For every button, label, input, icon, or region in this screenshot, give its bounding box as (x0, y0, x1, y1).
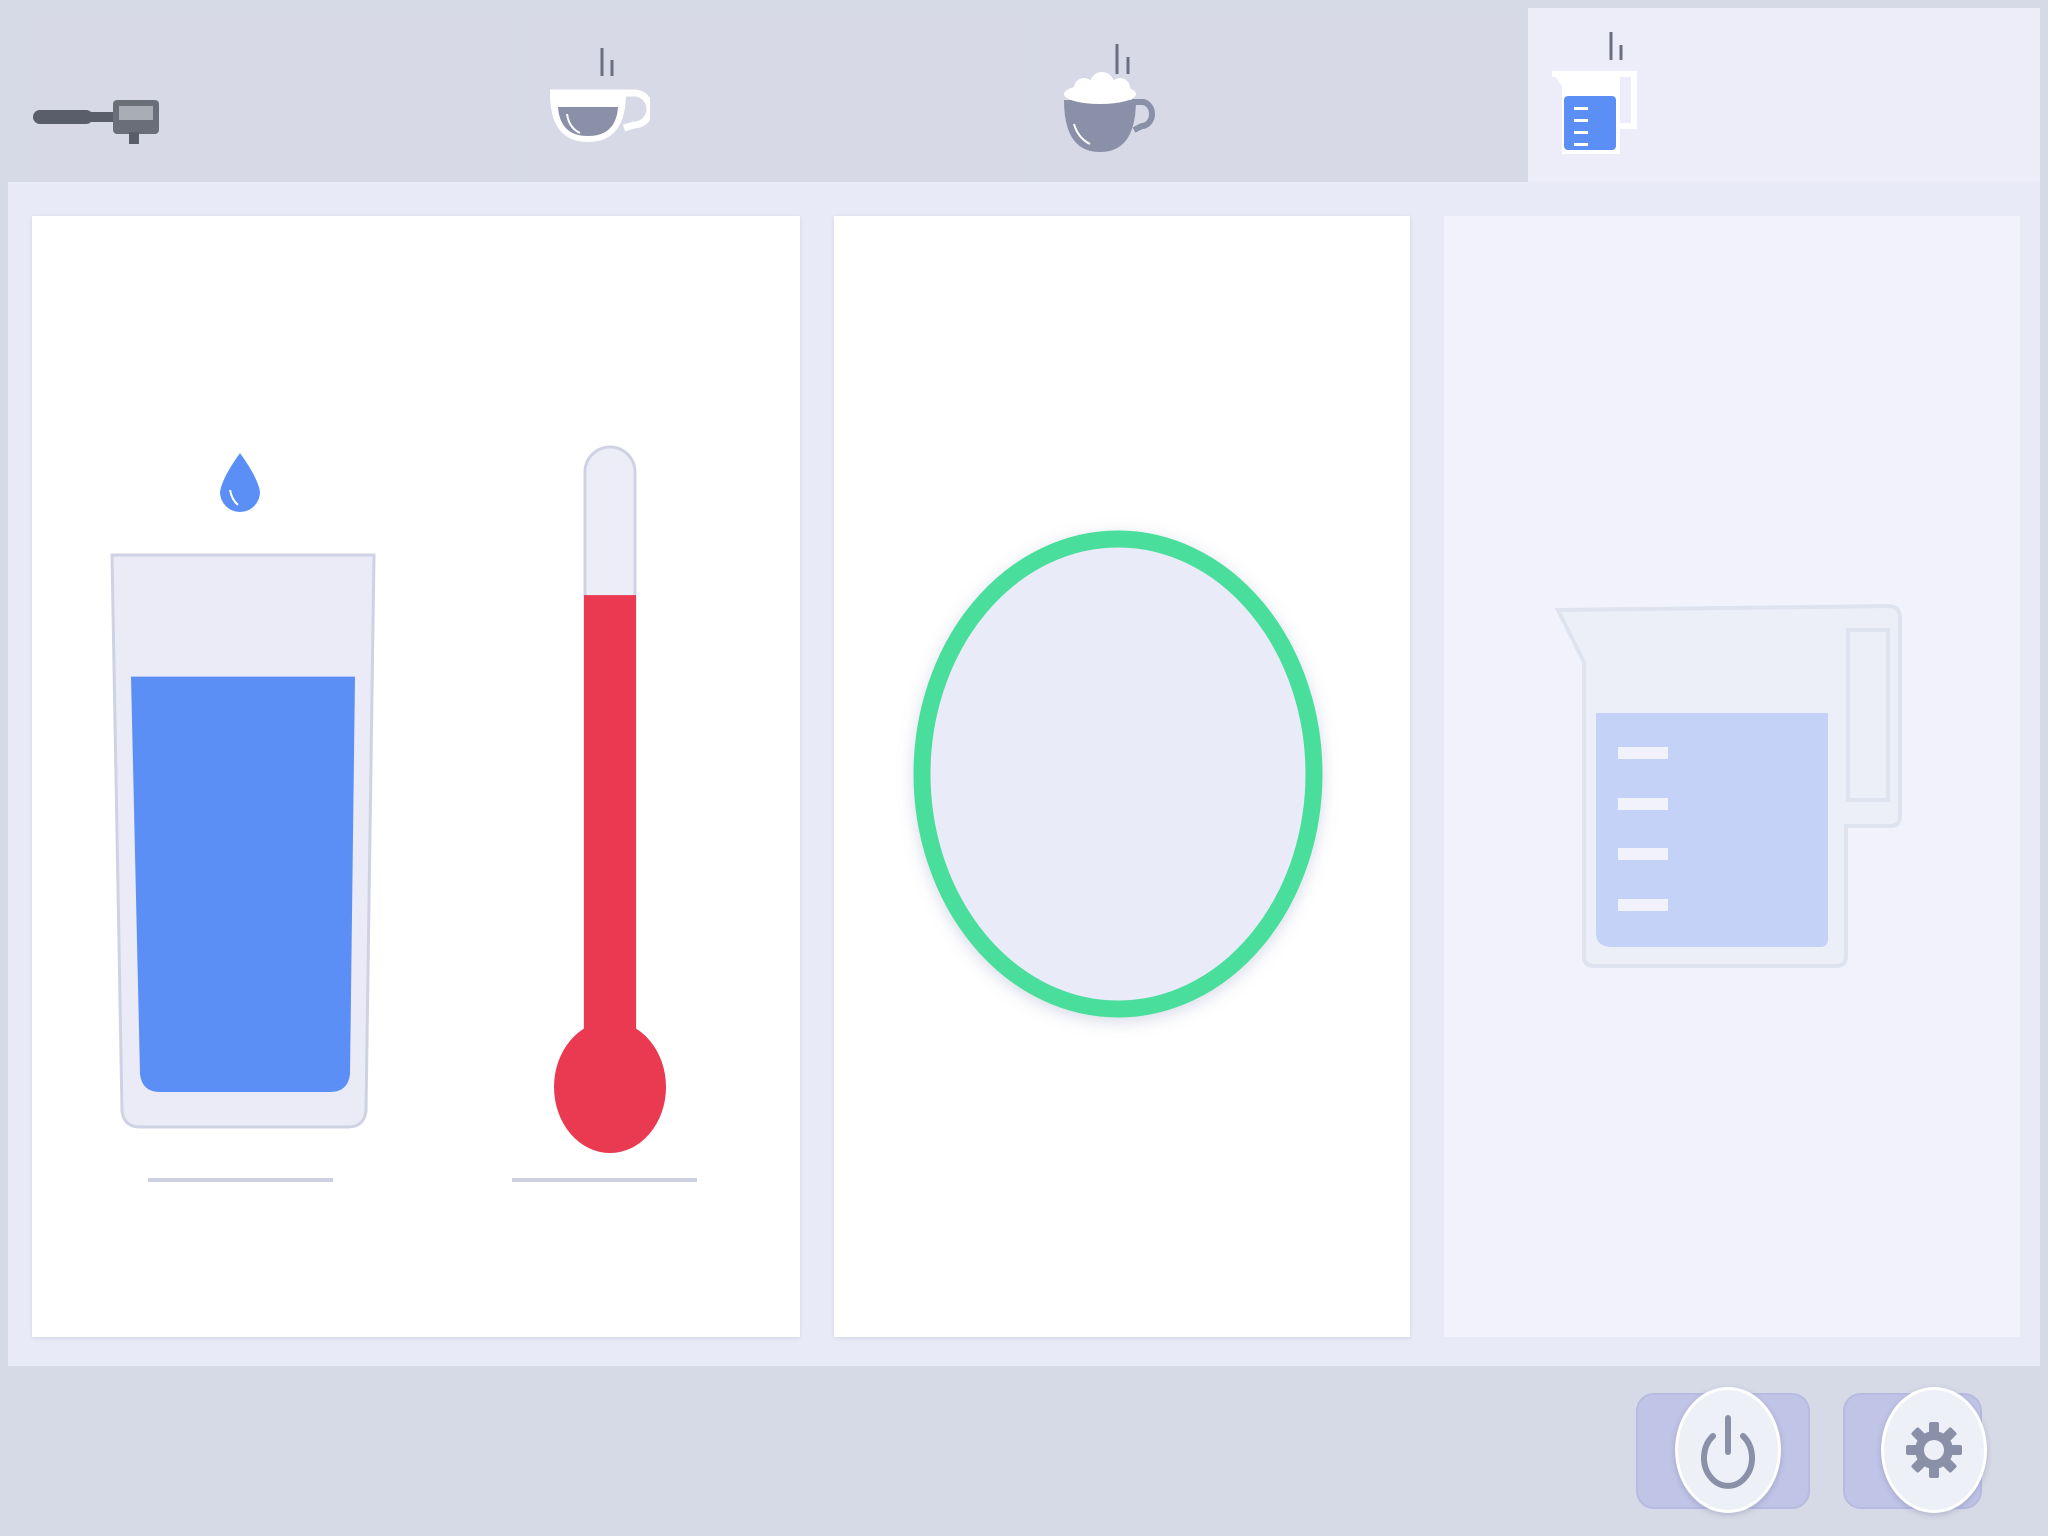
gauges-graphic (110, 445, 697, 1182)
tab-espresso[interactable] (522, 16, 1022, 182)
settings-knob[interactable] (1881, 1387, 1987, 1513)
power-icon (1701, 1415, 1755, 1489)
tab-cappuccino[interactable] (1029, 16, 1526, 182)
measuring-jug-icon (1552, 32, 1637, 154)
tab-hot-water[interactable] (1528, 8, 2040, 183)
gear-icon (1906, 1422, 1962, 1478)
measuring-jug-icon (1554, 603, 1902, 968)
portafilter-icon (33, 100, 159, 144)
water-level-fill (131, 676, 355, 1092)
espresso-cup-icon (550, 48, 650, 142)
water-drop-icon (220, 453, 260, 512)
thermometer-icon (512, 445, 697, 1182)
water-glass-icon (110, 553, 376, 1182)
power-knob[interactable] (1675, 1387, 1781, 1513)
start-brew-button[interactable] (913, 530, 1323, 1018)
temperature-level-fill (584, 595, 636, 1067)
brew-card (834, 216, 1410, 1337)
cappuccino-cup-icon (1064, 44, 1155, 152)
tab-portafilter[interactable] (20, 16, 514, 182)
status-card (32, 216, 800, 1337)
main-panel (8, 182, 2040, 1366)
output-card (1444, 216, 2020, 1337)
brew-graphic (913, 530, 1323, 1018)
tab-bar (0, 0, 2048, 183)
